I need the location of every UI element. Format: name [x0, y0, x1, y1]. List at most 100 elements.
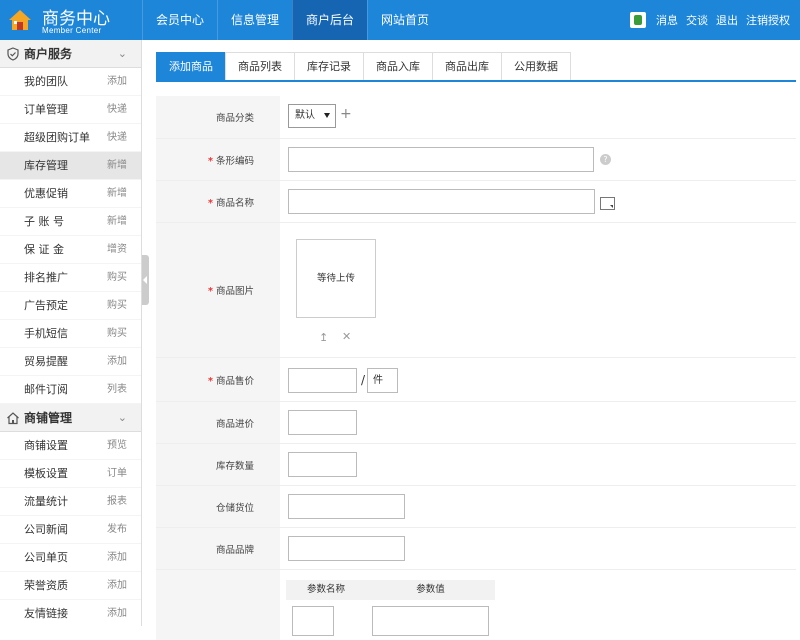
sidebar-item-action[interactable]: 列表 [107, 376, 127, 404]
sidebar-item-label: 优惠促销 [24, 187, 68, 200]
row-stock: 库存数量 [156, 444, 796, 486]
sidebar-item-action[interactable]: 新增 [107, 152, 127, 180]
nav-site-home[interactable]: 网站首页 [367, 0, 442, 40]
sidebar-item-action[interactable]: 购买 [107, 292, 127, 320]
add-category-icon[interactable]: + [340, 106, 352, 122]
sidebar-item-trade-alerts[interactable]: 贸易提醒 添加 [0, 348, 141, 376]
sidebar-section-merchant-service[interactable]: 商户服务 ⌄ [0, 40, 141, 68]
section-title: 商户服务 [24, 47, 73, 61]
sidebar-item-traffic-stats[interactable]: 流量统计 报表 [0, 488, 141, 516]
chat-link[interactable]: 交谈 [686, 12, 708, 28]
chevron-down-icon[interactable]: ⌄ [118, 40, 127, 68]
field-label: * 商品图片 [156, 223, 280, 357]
params-table: 参数名称 参数值 [286, 580, 495, 636]
sidebar-item-action[interactable]: 添加 [107, 544, 127, 572]
nav-info-management[interactable]: 信息管理 [217, 0, 292, 40]
help-icon[interactable]: ? [600, 154, 611, 165]
sidebar-item-label: 荣誉资质 [24, 579, 68, 592]
upload-icon[interactable]: ↥ [319, 331, 328, 344]
sidebar-item-label: 公司单页 [24, 551, 68, 564]
price-input[interactable] [288, 368, 357, 393]
sidebar-item-ranking-promo[interactable]: 排名推广 购买 [0, 264, 141, 292]
param-name-input[interactable] [292, 606, 334, 636]
dropdown-arrow-icon [324, 113, 330, 118]
unit-input[interactable]: 件 [367, 368, 398, 393]
nav-merchant-backend[interactable]: 商户后台 [292, 0, 368, 40]
sidebar-item-promotions[interactable]: 优惠促销 新增 [0, 180, 141, 208]
sidebar-item-action[interactable]: 快递 [107, 124, 127, 152]
tab-stock-in[interactable]: 商品入库 [363, 52, 433, 80]
tab-stock-out[interactable]: 商品出库 [432, 52, 502, 80]
product-name-input[interactable] [288, 189, 595, 214]
logo[interactable]: 商务中心 Member Center [0, 0, 142, 40]
sidebar-item-sms[interactable]: 手机短信 购买 [0, 320, 141, 348]
tab-product-list[interactable]: 商品列表 [225, 52, 295, 80]
params-header-name: 参数名称 [286, 580, 366, 600]
sidebar-item-action[interactable]: 快递 [107, 96, 127, 124]
sidebar-item-label: 模板设置 [24, 467, 68, 480]
sidebar-item-ad-booking[interactable]: 广告预定 购买 [0, 292, 141, 320]
sidebar-item-label: 子 账 号 [24, 215, 64, 228]
cost-input[interactable] [288, 410, 357, 435]
image-upload-box[interactable]: 等待上传 [296, 239, 376, 318]
revoke-auth-link[interactable]: 注销授权 [746, 12, 790, 28]
row-brand: 商品品牌 [156, 528, 796, 570]
field-label: 仓储货位 [156, 486, 280, 527]
sidebar-item-action[interactable]: 新增 [107, 180, 127, 208]
sidebar-item-action[interactable]: 添加 [107, 600, 127, 626]
sidebar-item-mail-subscription[interactable]: 邮件订阅 列表 [0, 376, 141, 404]
tab-common-data[interactable]: 公用数据 [501, 52, 571, 80]
sidebar-item-label: 我的团队 [24, 75, 68, 88]
barcode-input[interactable] [288, 147, 594, 172]
sidebar-collapse-handle[interactable] [142, 255, 149, 305]
nav-member-center[interactable]: 会员中心 [142, 0, 217, 40]
sidebar-item-deposit[interactable]: 保 证 金 增资 [0, 236, 141, 264]
sidebar-item-action[interactable]: 发布 [107, 516, 127, 544]
location-input[interactable] [288, 494, 405, 519]
sidebar-item-action[interactable]: 报表 [107, 488, 127, 516]
logout-link[interactable]: 退出 [716, 12, 738, 28]
tab-add-product[interactable]: 添加商品 [156, 52, 226, 80]
sidebar-item-action[interactable]: 购买 [107, 320, 127, 348]
stock-input[interactable] [288, 452, 357, 477]
section-title: 商铺管理 [24, 411, 73, 425]
sidebar-item-orders[interactable]: 订单管理 快递 [0, 96, 141, 124]
sidebar-item-template-settings[interactable]: 模板设置 订单 [0, 460, 141, 488]
sidebar-item-action[interactable]: 新增 [107, 208, 127, 236]
sidebar-item-friend-links[interactable]: 友情链接 添加 [0, 600, 141, 626]
sidebar-item-action[interactable]: 预览 [107, 432, 127, 460]
sidebar-item-action[interactable]: 增资 [107, 236, 127, 264]
sidebar-item-group-orders[interactable]: 超级团购订单 快递 [0, 124, 141, 152]
style-picker-icon[interactable] [600, 197, 615, 210]
row-location: 仓储货位 [156, 486, 796, 528]
row-cost: 商品进价 [156, 402, 796, 444]
sidebar-item-honors[interactable]: 荣誉资质 添加 [0, 572, 141, 600]
sidebar-section-shop-management[interactable]: 商铺管理 ⌄ [0, 404, 141, 432]
sidebar-item-company-page[interactable]: 公司单页 添加 [0, 544, 141, 572]
tab-stock-records[interactable]: 库存记录 [294, 52, 364, 80]
brand-input[interactable] [288, 536, 405, 561]
field-label: * 商品名称 [156, 181, 280, 222]
messages-link[interactable]: 消息 [656, 12, 678, 28]
close-icon[interactable]: ✕ [342, 330, 351, 343]
sidebar-item-action[interactable]: 添加 [107, 348, 127, 376]
sidebar-item-company-news[interactable]: 公司新闻 发布 [0, 516, 141, 544]
tab-bar: 添加商品 商品列表 库存记录 商品入库 商品出库 公用数据 [156, 52, 796, 82]
sidebar-item-action[interactable]: 购买 [107, 264, 127, 292]
row-params: 参数名称 参数值 [156, 570, 796, 640]
sidebar-item-my-team[interactable]: 我的团队 添加 [0, 68, 141, 96]
param-value-input[interactable] [372, 606, 489, 636]
category-select[interactable]: 默认 [288, 104, 336, 128]
field-label: 商品品牌 [156, 528, 280, 569]
row-price: * 商品售价 / 件 [156, 358, 796, 402]
sidebar-item-action[interactable]: 添加 [107, 572, 127, 600]
sidebar-item-sub-accounts[interactable]: 子 账 号 新增 [0, 208, 141, 236]
app-icon[interactable] [630, 12, 646, 28]
sidebar-item-inventory[interactable]: 库存管理 新增 [0, 152, 141, 180]
sidebar-item-shop-settings[interactable]: 商铺设置 预览 [0, 432, 141, 460]
sidebar-item-label: 公司新闻 [24, 523, 68, 536]
sidebar-item-action[interactable]: 添加 [107, 68, 127, 96]
sidebar-item-action[interactable]: 订单 [107, 460, 127, 488]
field-label: 商品进价 [156, 402, 280, 443]
chevron-down-icon[interactable]: ⌄ [118, 404, 127, 432]
